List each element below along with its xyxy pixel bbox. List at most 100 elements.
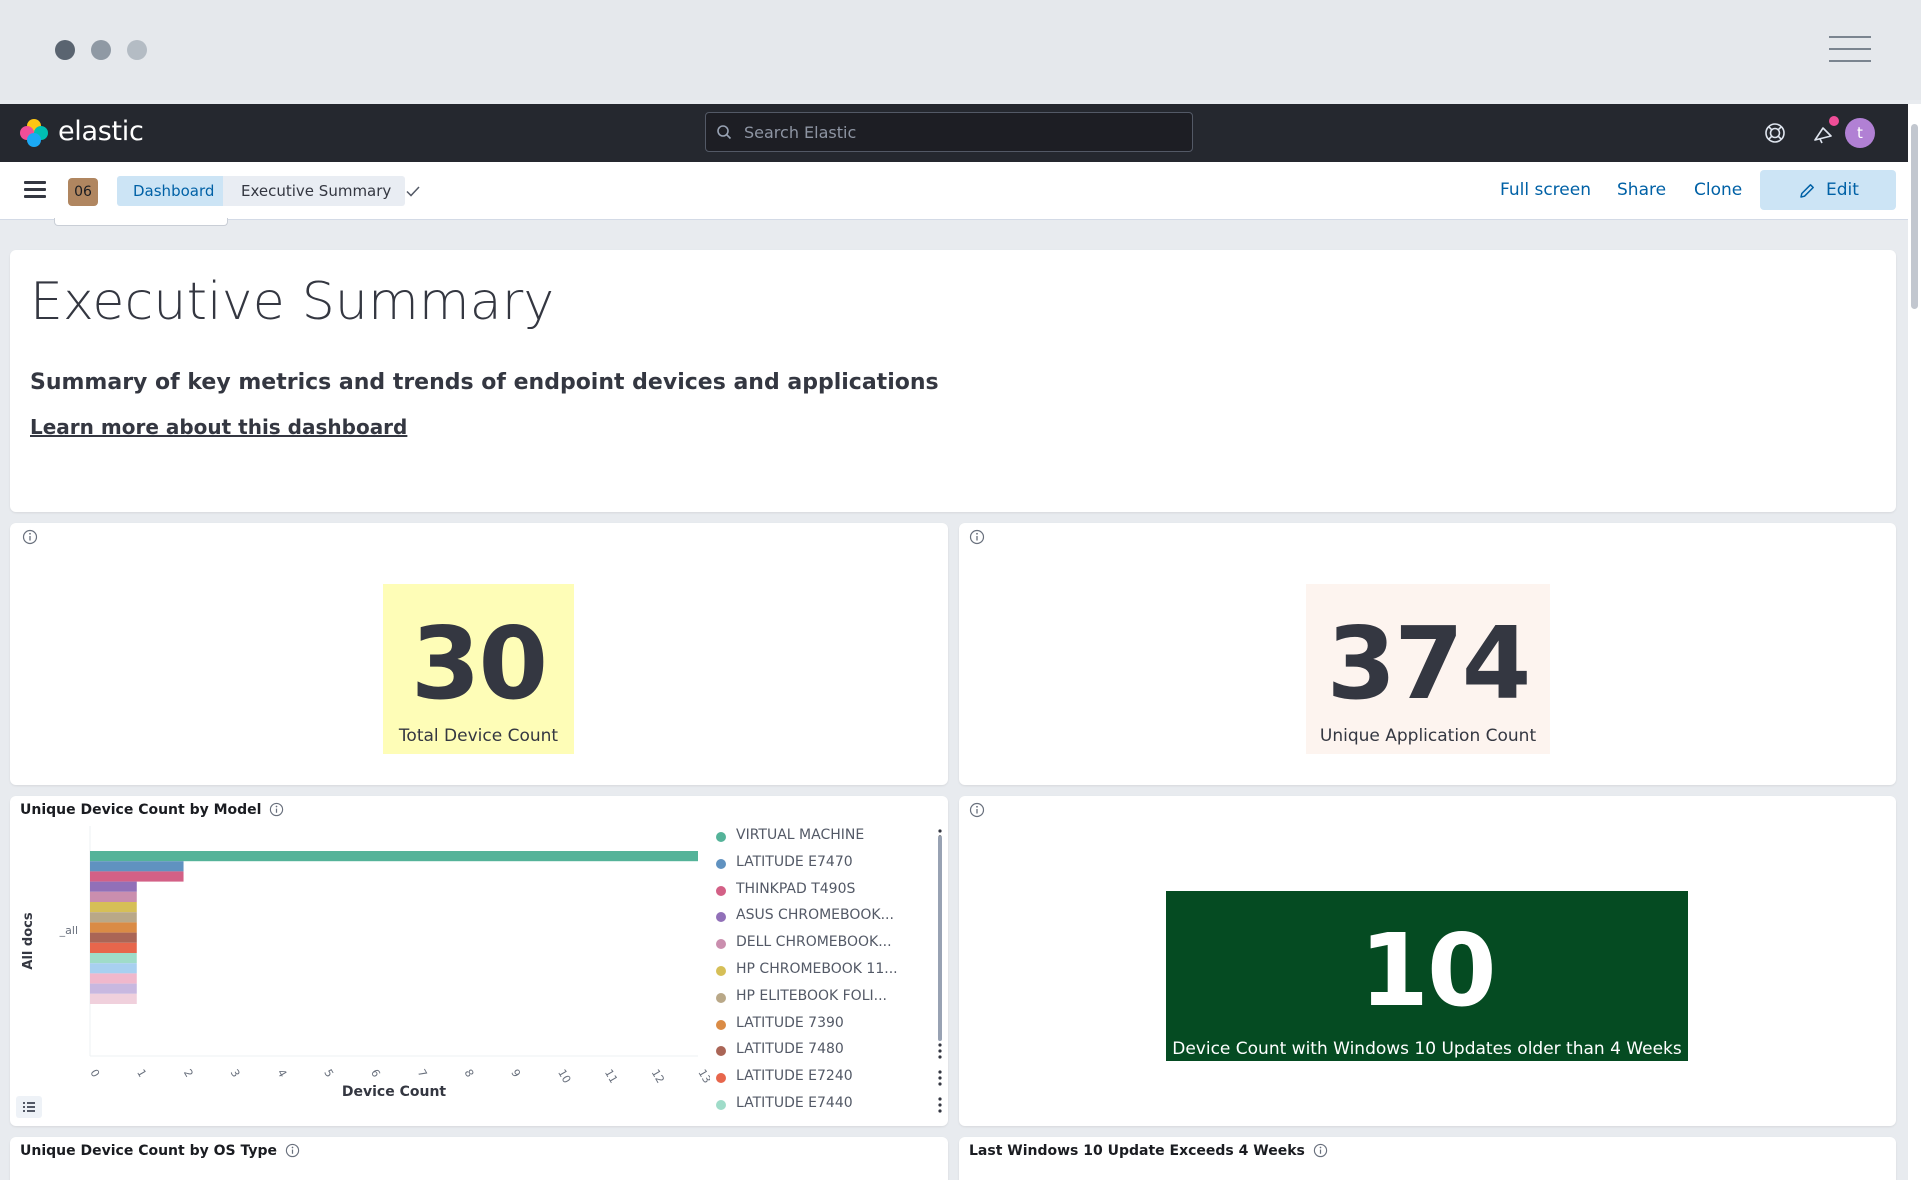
learn-more-link[interactable]: Learn more about this dashboard — [30, 415, 407, 439]
bar-6[interactable] — [90, 912, 137, 923]
info-icon[interactable] — [1313, 1143, 1328, 1158]
legend-item[interactable]: LATITUDE 7390 — [714, 1014, 948, 1036]
y-axis-label: All docs — [21, 912, 36, 969]
brand-name[interactable]: elastic — [58, 116, 144, 147]
bar-5[interactable] — [90, 902, 137, 913]
win10-old-panel: 10 Device Count with Windows 10 Updates … — [959, 796, 1896, 1126]
bar-14[interactable] — [90, 993, 137, 1004]
os-type-panel: Unique Device Count by OS Type — [10, 1137, 948, 1180]
legend-item[interactable]: LATITUDE E7470 — [714, 853, 948, 875]
page-scrollbar-thumb[interactable] — [1911, 124, 1918, 309]
x-tick-label: 8 — [462, 1067, 477, 1080]
legend-item[interactable]: HP ELITEBOOK FOLI... — [714, 987, 948, 1009]
legend-item[interactable]: ASUS CHROMEBOOK... — [714, 906, 948, 928]
y-category-label: _all — [59, 924, 78, 937]
user-avatar[interactable]: t — [1845, 118, 1875, 148]
legend-label: HP CHROMEBOOK 11... — [736, 961, 898, 977]
window-close-dot[interactable] — [55, 40, 75, 60]
bar-9[interactable] — [90, 942, 137, 953]
info-icon[interactable] — [269, 802, 284, 817]
newsfeed-button[interactable] — [1811, 116, 1839, 146]
bar-2[interactable] — [90, 871, 184, 882]
edit-button[interactable]: Edit — [1760, 170, 1896, 210]
search-box[interactable] — [705, 112, 1193, 152]
top-header: elastic t — [0, 104, 1908, 162]
more-options-icon[interactable] — [938, 1042, 942, 1060]
bar-4[interactable] — [90, 891, 137, 902]
bar-3[interactable] — [90, 881, 137, 892]
bar-13[interactable] — [90, 983, 137, 994]
metric-value: 374 — [1326, 605, 1532, 722]
edit-button-label: Edit — [1826, 180, 1859, 200]
breadcrumb-dashboard[interactable]: Dashboard — [117, 176, 241, 206]
metric-value: 10 — [1359, 912, 1496, 1029]
info-icon[interactable] — [969, 529, 985, 545]
win10-old-metric: 10 Device Count with Windows 10 Updates … — [1166, 891, 1688, 1061]
legend-item[interactable]: LATITUDE 7480 — [714, 1040, 948, 1062]
legend-item[interactable]: DELL CHROMEBOOK... — [714, 933, 948, 955]
x-tick-label: 7 — [415, 1067, 430, 1080]
panel-title-text: Last Windows 10 Update Exceeds 4 Weeks — [969, 1143, 1305, 1159]
info-icon[interactable] — [22, 529, 38, 545]
bar-7[interactable] — [90, 922, 137, 933]
full-screen-button[interactable]: Full screen — [1500, 180, 1591, 200]
bar-12[interactable] — [90, 973, 137, 984]
controls-tab — [54, 218, 228, 226]
elastic-logo-icon[interactable] — [20, 119, 48, 147]
more-options-icon[interactable] — [938, 1096, 942, 1114]
help-icon[interactable] — [1762, 120, 1788, 146]
more-options-icon[interactable] — [938, 1069, 942, 1087]
legend-toggle-button[interactable] — [16, 1096, 42, 1118]
x-tick-label: 3 — [228, 1067, 243, 1080]
bar-8[interactable] — [90, 932, 137, 943]
window-minimize-dot[interactable] — [91, 40, 111, 60]
info-icon[interactable] — [285, 1143, 300, 1158]
bar-0[interactable] — [90, 851, 698, 862]
legend-label: LATITUDE E7470 — [736, 853, 853, 870]
browser-menu-icon[interactable] — [1829, 34, 1871, 64]
legend-color-dot — [716, 1046, 726, 1057]
search-input[interactable] — [744, 113, 1184, 151]
bar-1[interactable] — [90, 861, 184, 872]
legend-label: ASUS CHROMEBOOK... — [736, 907, 894, 924]
x-tick-label: 2 — [181, 1067, 196, 1080]
x-tick-label: 9 — [508, 1067, 523, 1080]
legend-item[interactable]: VIRTUAL MACHINE — [714, 826, 948, 848]
markdown-panel: Executive Summary Summary of key metrics… — [10, 250, 1896, 512]
panel-title: Last Windows 10 Update Exceeds 4 Weeks — [969, 1143, 1328, 1159]
bar-chart: All docs _all 0 1 2 3 4 5 6 7 8 9 10 11 12 13 Device … — [21, 826, 710, 1100]
legend-scrollbar[interactable] — [938, 836, 942, 1041]
bar-11[interactable] — [90, 963, 137, 974]
legend-color-dot — [716, 1073, 726, 1084]
legend-item[interactable]: HP CHROMEBOOK 11... — [714, 960, 948, 982]
metric-label: Total Device Count — [398, 726, 559, 746]
legend-label: HP ELITEBOOK FOLI... — [736, 987, 887, 1004]
legend-label: LATITUDE E7240 — [736, 1068, 853, 1085]
unique-app-panel: 374 Unique Application Count — [959, 523, 1896, 785]
device-by-model-panel: Unique Device Count by Model All docs _a… — [10, 796, 948, 1126]
menu-toggle-icon[interactable] — [24, 181, 46, 199]
x-tick-label: 4 — [274, 1067, 289, 1080]
x-tick-label: 6 — [368, 1067, 383, 1080]
legend-item[interactable]: LATITUDE E7240 — [714, 1067, 948, 1089]
total-device-panel: 30 Total Device Count — [10, 523, 948, 785]
legend-item[interactable]: THINKPAD T490S — [714, 880, 948, 902]
list-icon — [23, 1102, 35, 1112]
panel-title: Unique Device Count by OS Type — [20, 1143, 300, 1159]
window-maximize-dot[interactable] — [127, 40, 147, 60]
info-icon[interactable] — [969, 802, 985, 818]
metric-label: Unique Application Count — [1319, 726, 1537, 746]
x-tick-label: 11 — [602, 1067, 620, 1086]
legend-color-dot — [716, 912, 726, 923]
space-avatar[interactable]: 06 — [68, 178, 98, 206]
legend-color-dot — [716, 966, 726, 976]
legend-color-dot — [716, 939, 726, 950]
legend-label: LATITUDE E7440 — [736, 1095, 853, 1111]
x-tick-label: 10 — [555, 1067, 573, 1086]
share-button[interactable]: Share — [1617, 180, 1666, 200]
x-tick-label: 12 — [649, 1067, 667, 1086]
x-tick-label: 13 — [695, 1067, 710, 1086]
legend-item[interactable]: LATITUDE E7440 — [714, 1094, 948, 1116]
clone-button[interactable]: Clone — [1694, 180, 1742, 200]
bar-10[interactable] — [90, 953, 137, 964]
